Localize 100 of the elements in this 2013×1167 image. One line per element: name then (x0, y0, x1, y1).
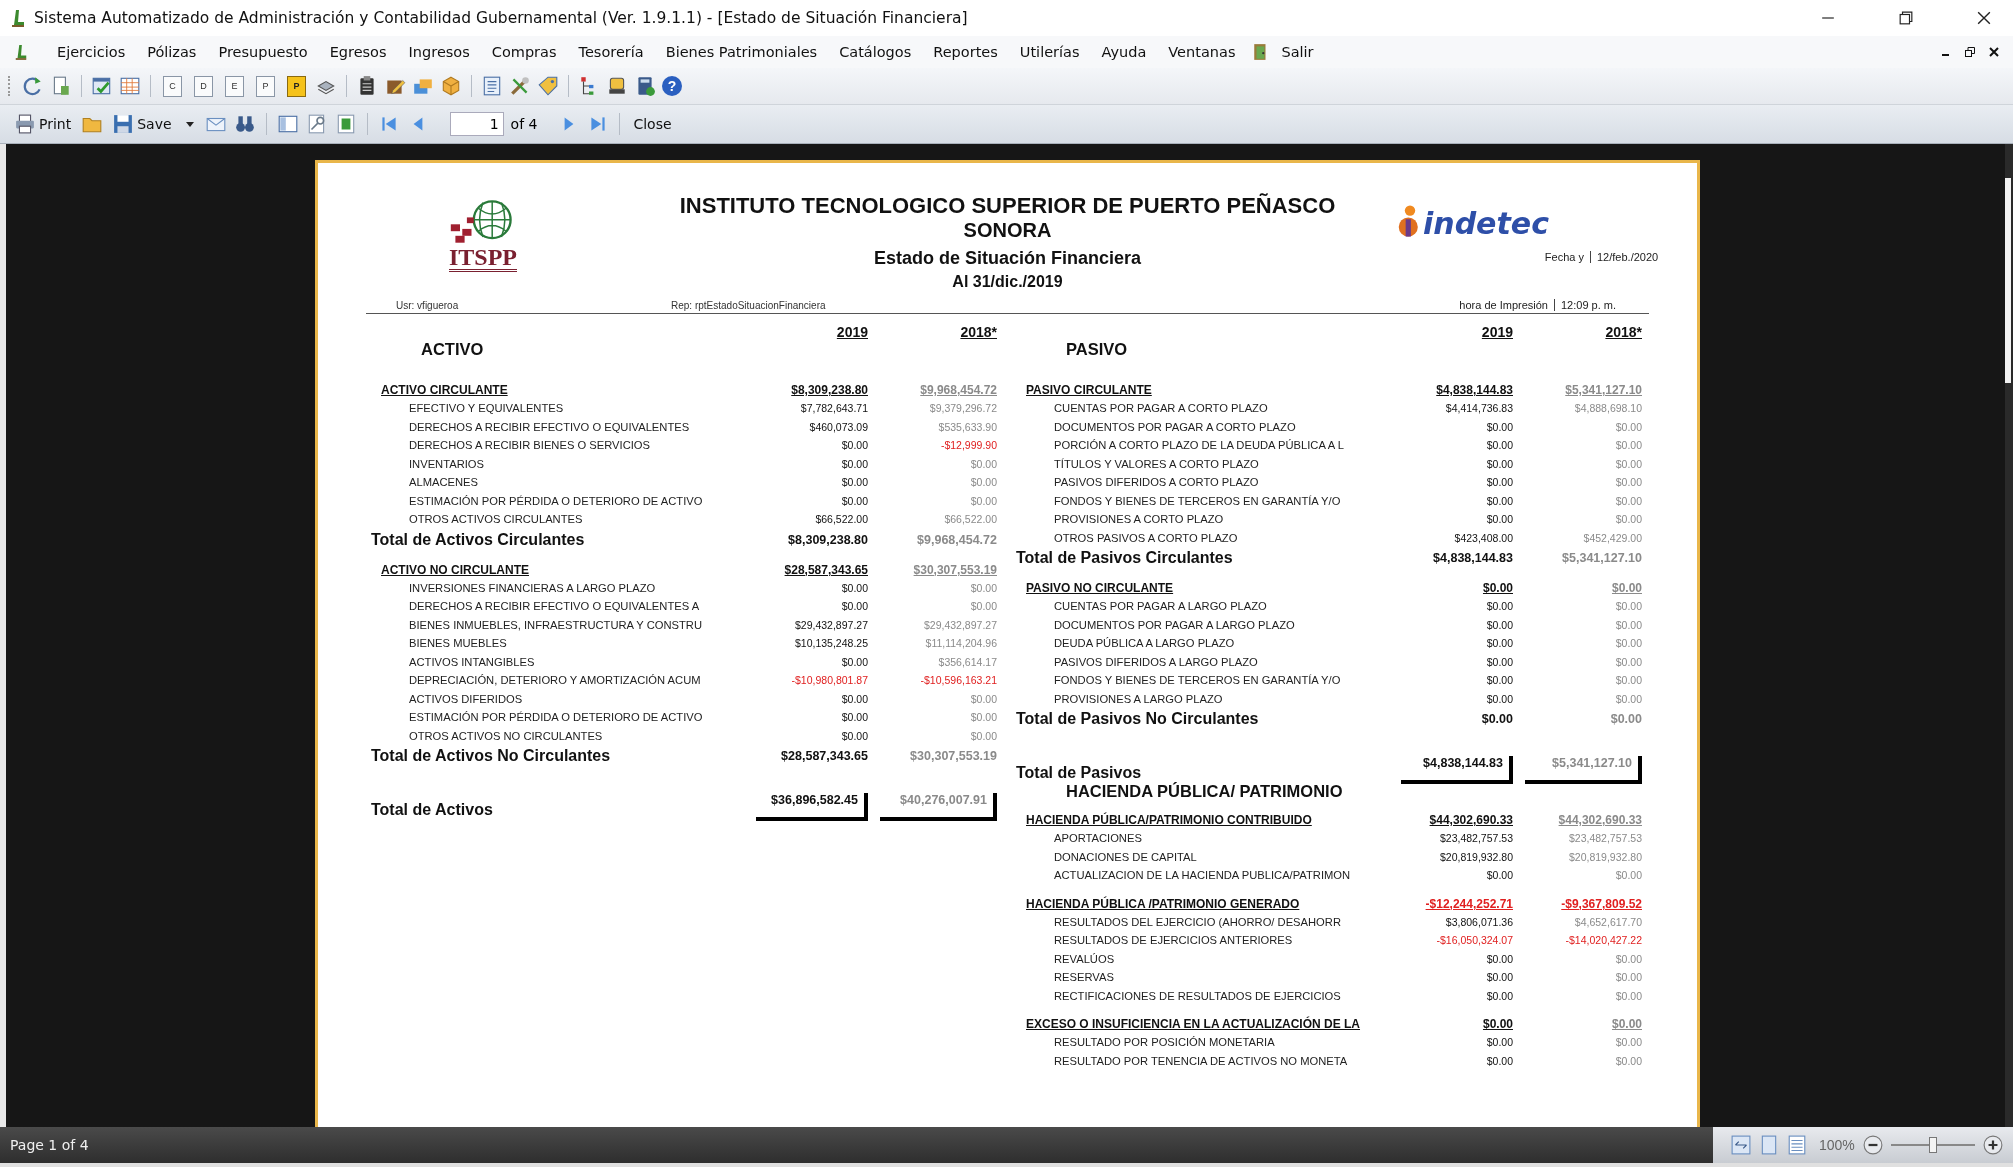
zoom-out-icon[interactable] (1862, 1135, 1883, 1155)
refresh-icon[interactable] (22, 75, 44, 97)
menu-item[interactable]: Compras (480, 40, 568, 64)
amount-text: $0.00 (840, 728, 868, 744)
amount-text: $460,073.09 (808, 419, 868, 435)
single-page-icon[interactable] (1759, 1135, 1779, 1155)
letter-button[interactable]: P (256, 75, 275, 97)
account-label: PORCIÓN A CORTO PLAZO DE LA DEUDA PÚBLICA A L (1053, 438, 1345, 453)
account-label: OTROS ACTIVOS NO CIRCULANTES (408, 728, 604, 744)
section-heading: HACIENDA PÚBLICA /PATRIMONIO GENERADO (1025, 895, 1301, 913)
amount-text: $0.00 (1614, 951, 1642, 967)
continuous-page-icon[interactable] (1787, 1135, 1807, 1155)
total-amount: $5,341,127.10 (1525, 756, 1642, 784)
panel-icon[interactable] (276, 113, 299, 135)
letter-button[interactable]: D (194, 75, 213, 97)
account-label: INVENTARIOS (408, 456, 485, 472)
menu-item[interactable]: Egresos (318, 40, 398, 64)
amount-text: -$12,244,252.71 (1424, 895, 1513, 913)
amount-text: $0.00 (1485, 456, 1513, 472)
letter-button[interactable]: E (225, 75, 244, 97)
amount-text: $4,888,698.10 (1573, 401, 1642, 416)
total-amount: $40,276,007.91 (880, 793, 997, 821)
account-label: ALMACENES (408, 475, 479, 490)
amount-text: $29,432,897.27 (794, 617, 868, 633)
amount-text: $9,968,454.72 (919, 382, 997, 399)
checklist-icon[interactable] (91, 75, 113, 97)
menu-item[interactable]: Presupuesto (207, 40, 319, 64)
menu-item[interactable]: Utilerías (1008, 40, 1091, 64)
amount-text: $0.00 (1614, 493, 1642, 509)
tools-icon[interactable] (509, 75, 531, 97)
amount-text: $0.00 (1614, 599, 1642, 614)
column-title: ACTIVO (420, 340, 485, 359)
caret-icon[interactable] (185, 121, 194, 127)
amount-text: $9,379,296.72 (928, 401, 997, 416)
menu-item[interactable]: Ejercicios (46, 40, 137, 64)
subtotal-label: Total de Pasivos No Circulantes (1016, 709, 1260, 729)
restore-icon[interactable] (1899, 11, 1913, 25)
amount-text: $535,633.90 (937, 419, 997, 435)
menu-item[interactable]: Reportes (922, 40, 1009, 64)
amount-text: $0.00 (1610, 1016, 1642, 1033)
binoculars-icon[interactable] (233, 113, 256, 135)
report-title: Estado de Situación Financiera (873, 248, 1142, 269)
account-label: BIENES INMUEBLES, INFRAESTRUCTURA Y CONSTRU (408, 617, 703, 633)
cube-icon[interactable] (440, 75, 462, 97)
list-icon[interactable] (481, 75, 503, 97)
amount-text: $0.00 (1485, 1053, 1513, 1069)
help-button[interactable]: ? (662, 76, 682, 96)
account-label: RESULTADOS DEL EJERCICIO (AHORRO/ DESAHORR (1053, 914, 1342, 930)
account-label: DERECHOS A RECIBIR BIENES O SERVICIOS (408, 438, 651, 453)
close-icon[interactable] (1989, 47, 1999, 57)
amount-text: $0.00 (840, 710, 868, 725)
column-header: 2019 (1480, 324, 1513, 340)
print-button[interactable]: Print (12, 112, 75, 136)
table-icon[interactable] (119, 75, 141, 97)
save-button[interactable]: Save (110, 112, 175, 136)
amount-text: $0.00 (1485, 951, 1513, 967)
account-label: RECTIFICACIONES DE RESULTADOS DE EJERCICIOS (1053, 988, 1342, 1004)
amount-text: $0.00 (840, 475, 868, 490)
amount-text: $0.00 (1485, 493, 1513, 509)
letter-button[interactable]: C (163, 75, 182, 97)
amount-text: $20,819,932.80 (1568, 849, 1642, 865)
letter-button[interactable]: P (287, 75, 306, 97)
menu-item[interactable]: Ingresos (397, 40, 481, 64)
amount-text: $0.00 (1614, 970, 1642, 985)
amount-text: $452,429.00 (1582, 530, 1642, 546)
amount-text: $4,838,144.83 (1435, 382, 1513, 399)
amount-text: $0.00 (969, 475, 997, 490)
menu-item[interactable]: Ayuda (1090, 40, 1158, 64)
menu-item[interactable]: Tesorería (567, 40, 655, 64)
equity-title: HACIENDA PÚBLICA/ PATRIMONIO (1065, 782, 1344, 801)
fit-page-icon[interactable] (1731, 1135, 1751, 1155)
menu-item[interactable]: Catálogos (828, 40, 923, 64)
restore-icon[interactable] (1965, 47, 1975, 57)
account-label: PROVISIONES A LARGO PLAZO (1053, 691, 1224, 707)
amount-text: $0.00 (840, 456, 868, 472)
zoom-in-icon[interactable] (1983, 1135, 2003, 1155)
report-id-text: Rep: rptEstadoSituacionFinanciera (671, 300, 826, 311)
close-icon[interactable] (1977, 11, 1991, 25)
account-label: DEPRECIACIÓN, DETERIORO Y AMORTIZACIÓN ACUM (408, 673, 702, 688)
menu-item[interactable]: Ventanas (1157, 40, 1247, 64)
account-label: OTROS ACTIVOS CIRCULANTES (408, 512, 584, 527)
amount-text: $7,782,643.71 (799, 401, 868, 416)
amount-text: $0.00 (1485, 419, 1513, 435)
page-number-field[interactable]: 1 (449, 112, 504, 136)
scrollbar[interactable] (2005, 144, 2013, 1127)
menu-item[interactable]: Salir (1270, 40, 1325, 64)
amount-text: $0.00 (1614, 988, 1642, 1004)
menu-item[interactable]: Pólizas (136, 40, 208, 64)
close-button[interactable]: Close (630, 114, 675, 134)
amount-text: $8,309,238.80 (790, 382, 868, 399)
account-label: REVALÚOS (1053, 951, 1116, 967)
report-institution: INSTITUTO TECNOLOGICO SUPERIOR DE PUERTO PEÑASCO (679, 193, 1336, 219)
app-logo-icon (10, 9, 26, 27)
column-header: 2018* (959, 324, 997, 340)
amount-text: $5,341,127.10 (1561, 550, 1642, 567)
account-label: ACTIVOS DIFERIDOS (408, 691, 524, 707)
amount-text: $0.00 (969, 691, 997, 707)
menu-item[interactable]: Bienes Patrimoniales (654, 40, 829, 64)
tag-icon[interactable] (537, 75, 559, 97)
amount-text: $28,587,343.65 (783, 561, 868, 579)
